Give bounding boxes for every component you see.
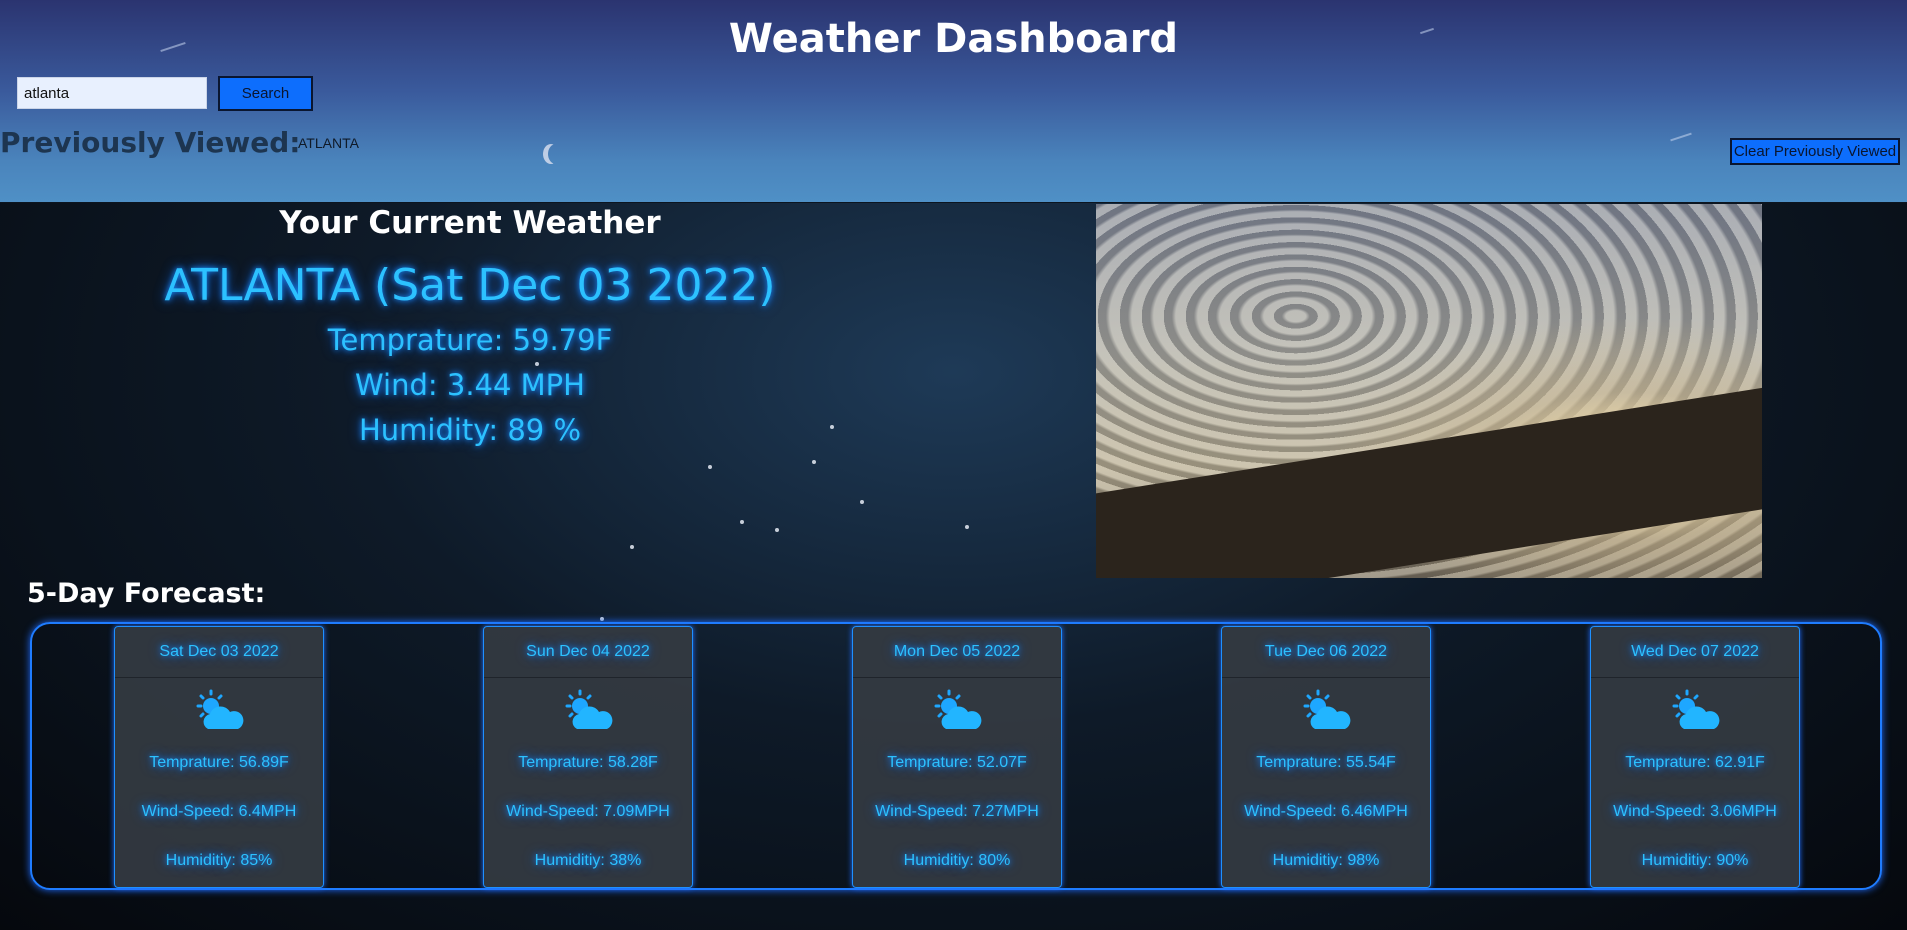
forecast-humidity: Humiditiy: 90% bbox=[1641, 852, 1749, 869]
current-wind: Wind: 3.44 MPH bbox=[355, 368, 585, 402]
header: Weather Dashboard Search Previously View… bbox=[0, 0, 1907, 203]
partly-cloudy-icon bbox=[563, 689, 613, 733]
star-decoration bbox=[740, 520, 744, 524]
star-decoration bbox=[630, 545, 634, 549]
divider bbox=[1222, 677, 1430, 678]
previously-viewed-label: Previously Viewed: bbox=[0, 126, 301, 159]
forecast-card: Wed Dec 07 2022 Temprature: 62.91F Wind-Sp… bbox=[1590, 626, 1800, 888]
star-decoration bbox=[535, 362, 539, 366]
forecast-wind: Wind-Speed: 7.27MPH bbox=[875, 803, 1039, 820]
current-humidity: Humidity: 89 % bbox=[358, 413, 582, 447]
forecast-temperature: Temprature: 56.89F bbox=[149, 754, 289, 771]
forecast-wind: Wind-Speed: 6.4MPH bbox=[141, 803, 297, 820]
hill-silhouette bbox=[1096, 386, 1762, 578]
search-input[interactable] bbox=[17, 77, 207, 109]
streak-decoration bbox=[1670, 132, 1692, 142]
forecast-date: Sat Dec 03 2022 bbox=[159, 643, 279, 660]
forecast-card: Mon Dec 05 2022 Temprature: 52.07F Wind-Sp… bbox=[852, 626, 1062, 888]
forecast-wind: Wind-Speed: 7.09MPH bbox=[506, 803, 670, 820]
divider bbox=[1591, 677, 1799, 678]
forecast-wind: Wind-Speed: 3.06MPH bbox=[1613, 803, 1777, 820]
forecast-card: Sat Dec 03 2022 Temprature: 56.89F Wind-Sp… bbox=[114, 626, 324, 888]
divider bbox=[484, 677, 692, 678]
star-decoration bbox=[600, 617, 604, 621]
forecast-temperature: Temprature: 52.07F bbox=[887, 754, 1027, 771]
clear-history-button[interactable]: Clear Previously Viewed bbox=[1730, 138, 1900, 165]
forecast-date: Wed Dec 07 2022 bbox=[1631, 643, 1759, 660]
divider bbox=[853, 677, 1061, 678]
current-weather-heading: Your Current Weather bbox=[279, 205, 661, 241]
current-temperature: Temprature: 59.79F bbox=[327, 323, 613, 357]
partly-cloudy-icon bbox=[1670, 689, 1720, 733]
moon-decoration bbox=[548, 144, 564, 164]
forecast-temperature: Temprature: 58.28F bbox=[518, 754, 658, 771]
forecast-humidity: Humiditiy: 38% bbox=[534, 852, 642, 869]
forecast-date: Sun Dec 04 2022 bbox=[526, 643, 650, 660]
forecast-humidity: Humiditiy: 98% bbox=[1272, 852, 1380, 869]
partly-cloudy-icon bbox=[1301, 689, 1351, 733]
current-city-date: ATLANTA (Sat Dec 03 2022) bbox=[164, 260, 776, 311]
previously-viewed-item[interactable]: ATLANTA bbox=[298, 135, 359, 151]
forecast-humidity: Humiditiy: 80% bbox=[903, 852, 1011, 869]
forecast-date: Mon Dec 05 2022 bbox=[893, 643, 1021, 660]
forecast-title: 5-Day Forecast: bbox=[27, 578, 266, 609]
forecast-card: Sun Dec 04 2022 Temprature: 58.28F Wind-Sp… bbox=[483, 626, 693, 888]
forecast-temperature: Temprature: 55.54F bbox=[1256, 754, 1396, 771]
forecast-date: Tue Dec 06 2022 bbox=[1264, 643, 1388, 660]
divider bbox=[115, 677, 323, 678]
page-title: Weather Dashboard bbox=[728, 16, 1179, 62]
forecast-temperature: Temprature: 62.91F bbox=[1625, 754, 1765, 771]
star-decoration bbox=[965, 525, 969, 529]
partly-cloudy-icon bbox=[194, 689, 244, 733]
forecast-card: Tue Dec 06 2022 Temprature: 55.54F Wind-Sp… bbox=[1221, 626, 1431, 888]
forecast-wind: Wind-Speed: 6.46MPH bbox=[1244, 803, 1408, 820]
star-decoration bbox=[775, 528, 779, 532]
weather-background-image bbox=[1096, 204, 1762, 578]
star-decoration bbox=[860, 500, 864, 504]
star-decoration bbox=[812, 460, 816, 464]
star-decoration bbox=[708, 465, 712, 469]
search-button[interactable]: Search bbox=[218, 76, 313, 111]
partly-cloudy-icon bbox=[932, 689, 982, 733]
forecast-humidity: Humiditiy: 85% bbox=[165, 852, 273, 869]
